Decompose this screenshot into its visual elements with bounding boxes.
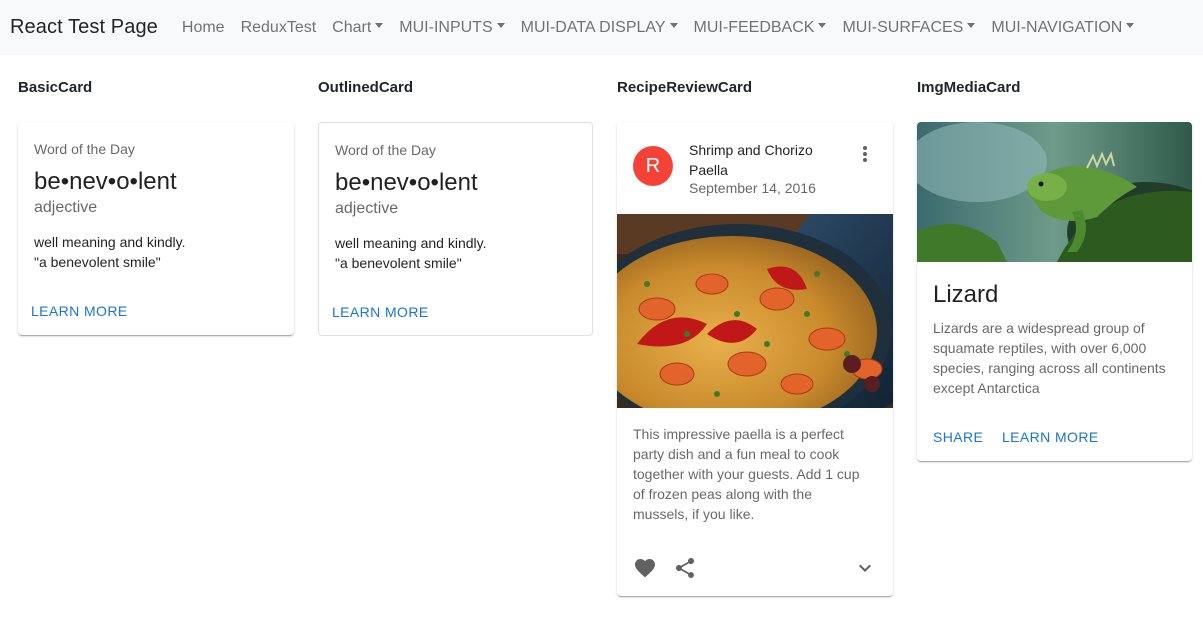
section-title-img-media-card: ImgMediaCard [917,79,1021,96]
caret-down-icon [375,23,384,28]
chevron-down-icon[interactable] [853,556,877,580]
recipe-description-line: of frozen peas along with the [633,486,813,502]
media-card-title: Lizard [933,281,999,308]
recipe-description-line: party dish and a fun meal to cook [633,446,840,462]
word-title: be•nev•o•lent [34,168,177,195]
learn-more-button[interactable]: LEARN MORE [1002,429,1099,445]
heart-icon[interactable] [633,556,657,580]
word-of-day-label: Word of the Day [335,142,436,158]
media-card-description: Lizards are a widespread group of squama… [933,318,1166,398]
nav-label: Chart [332,18,372,36]
recipe-description-line: together with your guests. Add 1 cup [633,466,860,482]
caret-down-icon [496,23,505,28]
caret-down-icon [818,23,827,28]
nav-dropdown-mui-inputs[interactable]: MUI-INPUTS [391,19,512,37]
nav-label: MUI-SURFACES [842,18,964,36]
media-description-line: Lizards are a widespread group of [933,320,1145,336]
more-vert-icon[interactable] [853,142,877,166]
section-title-basic-card: BasicCard [18,79,93,96]
nav-dropdown-mui-feedback[interactable]: MUI-FEEDBACK [686,19,835,37]
nav-item-home[interactable]: Home [174,19,233,37]
nav-item-reduxtest[interactable]: ReduxTest [233,19,325,37]
nav-label: MUI-NAVIGATION [991,18,1123,36]
nav-dropdown-chart[interactable]: Chart [324,19,391,37]
nav-dropdown-mui-surfaces[interactable]: MUI-SURFACES [834,19,983,37]
section-title-recipe-card: RecipeReviewCard [617,79,753,96]
media-description-line: species, ranging across all continents [933,360,1166,376]
recipe-description-line: This impressive paella is a perfect [633,426,844,442]
part-of-speech: adjective [335,200,399,217]
definition-text: well meaning and kindly. [335,235,487,251]
nav-dropdown-mui-data-display[interactable]: MUI-DATA DISPLAY [513,19,686,37]
outlined-card: Word of the Day be•nev•o•lent adjective … [318,122,593,336]
learn-more-button[interactable]: LEARN MORE [332,304,429,320]
section-title-outlined-card: OutlinedCard [318,79,414,96]
basic-card: Word of the Day be•nev•o•lent adjective … [18,122,294,335]
lizard-image [917,122,1192,282]
share-icon[interactable] [673,556,697,580]
example-text: "a benevolent smile" [34,254,161,270]
caret-down-icon [1126,23,1135,28]
recipe-date: September 14, 2016 [689,180,816,196]
nav-label: MUI-FEEDBACK [693,18,815,36]
media-description-line: squamate reptiles, with over 6,000 [933,340,1147,356]
word-title: be•nev•o•lent [335,169,478,196]
navbar-brand[interactable]: React Test Page [10,16,158,39]
img-media-card: Lizard Lizards are a widespread group of… [917,122,1192,461]
nav-label: ReduxTest [240,18,317,36]
nav-label: MUI-INPUTS [399,18,493,36]
word-of-day-label: Word of the Day [34,141,135,157]
caret-down-icon [669,23,678,28]
nav-label: MUI-DATA DISPLAY [520,18,666,36]
recipe-title-line: Shrimp and Chorizo [689,142,813,158]
media-description-line: except Antarctica [933,380,1040,396]
recipe-avatar: R [633,146,673,186]
nav-label: Home [181,18,225,36]
recipe-review-card: R Shrimp and Chorizo Paella September 14… [617,122,893,596]
share-button[interactable]: SHARE [933,429,983,445]
recipe-description-line: mussels, if you like. [633,506,755,522]
example-text: "a benevolent smile" [335,255,462,271]
caret-down-icon [967,23,976,28]
recipe-title: Shrimp and Chorizo Paella [689,140,813,180]
definition-text: well meaning and kindly. [34,234,186,250]
recipe-description: This impressive paella is a perfect part… [633,424,859,524]
navbar: React Test Page Home ReduxTest Chart MUI… [0,0,1203,55]
part-of-speech: adjective [34,199,98,216]
nav-dropdown-mui-navigation[interactable]: MUI-NAVIGATION [983,19,1142,37]
learn-more-button[interactable]: LEARN MORE [31,303,128,319]
paella-image [617,194,893,434]
recipe-title-line: Paella [689,162,728,178]
